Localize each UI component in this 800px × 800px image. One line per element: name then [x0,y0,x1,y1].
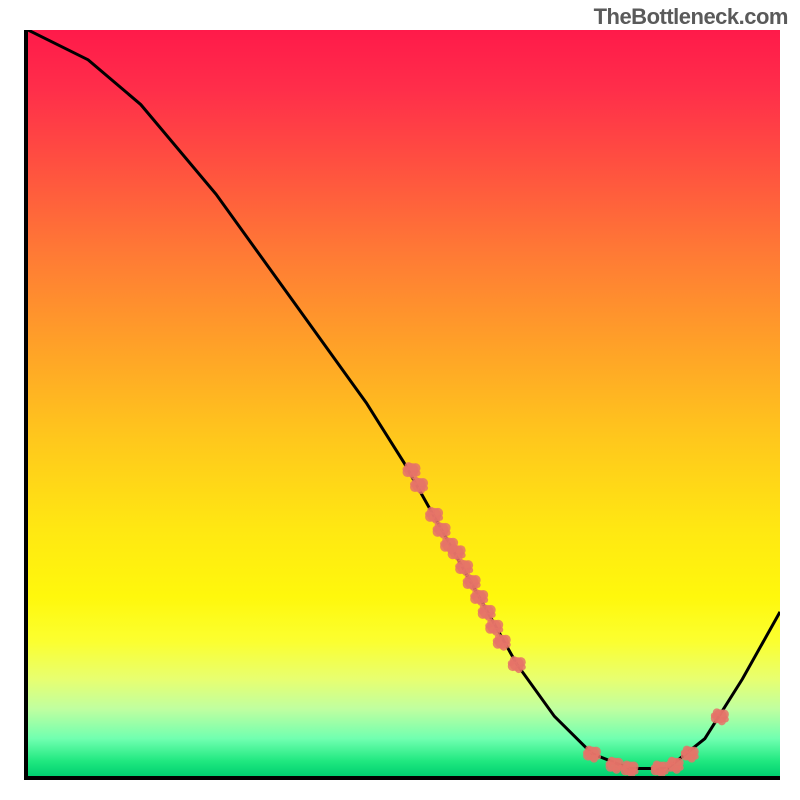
data-marker [425,511,431,517]
plot-area [24,30,780,780]
data-marker [606,761,612,767]
data-marker [508,660,514,666]
data-marker [651,765,657,771]
data-marker [448,548,454,554]
data-marker [490,612,496,618]
chart-container: TheBottleneck.com [0,0,800,800]
data-marker [467,567,473,573]
data-marker [478,608,484,614]
data-marker [475,582,481,588]
data-marker [485,623,491,629]
bottleneck-curve [28,30,780,769]
data-marker [711,712,717,718]
data-marker [681,750,687,756]
data-marker [410,481,416,487]
data-marker [440,541,446,547]
data-marker [463,578,469,584]
data-marker [505,642,511,648]
data-marker [666,761,672,767]
data-marker [470,593,476,599]
data-marker [433,526,439,532]
data-marker [723,716,729,722]
data-marker [678,765,684,771]
data-marker [482,597,488,603]
data-marker [520,664,526,670]
data-marker [583,750,589,756]
curve-svg [28,30,780,776]
data-marker [415,470,421,476]
watermark-text: TheBottleneck.com [594,4,788,30]
data-marker [621,765,627,771]
data-marker [493,638,499,644]
data-marker [497,627,503,633]
data-marker [455,563,461,569]
data-marker [633,769,639,775]
data-marker [422,485,428,491]
data-marker [445,530,451,536]
data-marker [460,552,466,558]
data-marker [595,754,601,760]
data-marker [693,754,699,760]
data-marker [437,515,443,521]
data-marker [403,466,409,472]
